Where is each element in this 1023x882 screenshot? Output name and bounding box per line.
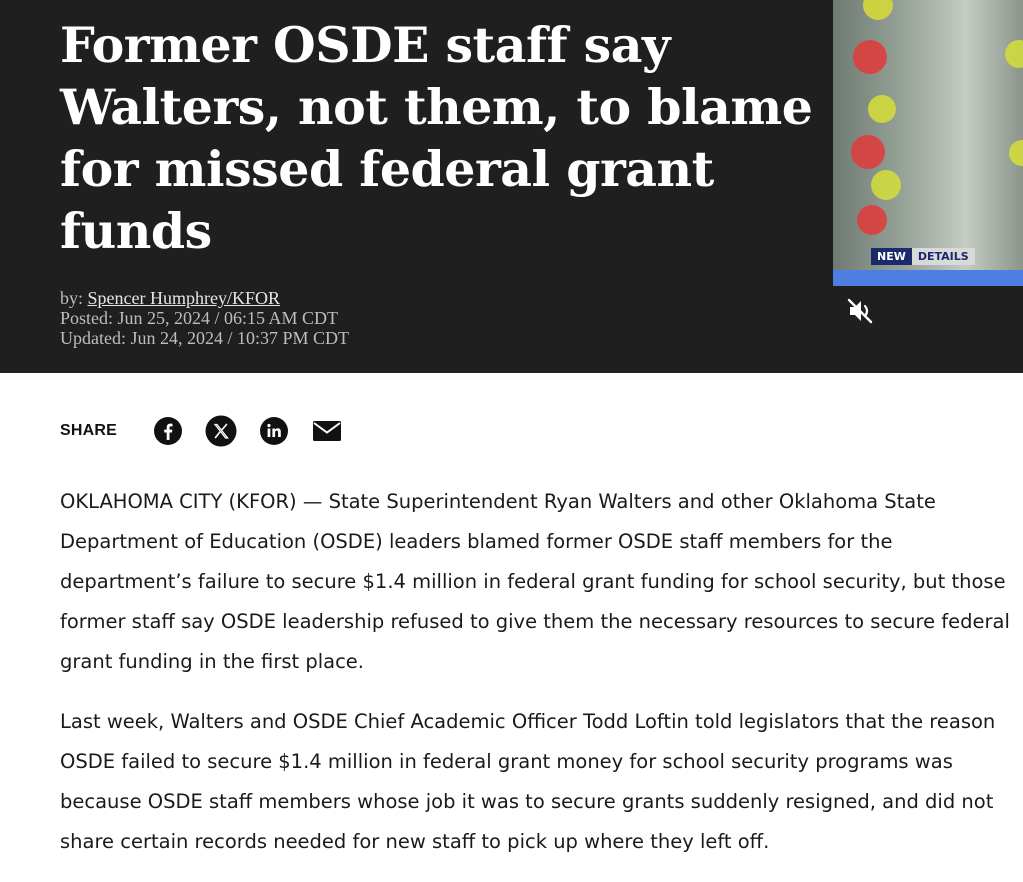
x-share-button[interactable] (205, 415, 237, 447)
byline: by: Spencer Humphrey/KFOR (60, 288, 349, 308)
byline-prefix: by: (60, 288, 88, 308)
video-player[interactable]: NEW DETAILS (833, 0, 1023, 286)
linkedin-icon (260, 417, 288, 445)
share-bar: SHARE (60, 412, 364, 450)
muted-speaker-icon-svg (847, 298, 873, 324)
video-frame-detail (853, 40, 887, 74)
posted-date: Posted: Jun 25, 2024 / 06:15 AM CDT (60, 308, 339, 328)
article-headline: Former OSDE staff say Walters, not them,… (60, 16, 813, 260)
video-frame-detail (857, 205, 887, 235)
video-tag-details: DETAILS (911, 248, 975, 265)
article-paragraph: OKLAHOMA CITY (KFOR) — State Superintend… (60, 490, 1010, 673)
video-frame-detail (868, 95, 896, 123)
video-tag-new: NEW (871, 248, 912, 265)
email-share-button[interactable] (311, 415, 343, 447)
article-meta: by: Spencer Humphrey/KFOR Posted: Jun 25… (60, 288, 349, 348)
video-frame-detail (863, 0, 893, 20)
article-paragraph: Last week, Walters and OSDE Chief Academ… (60, 710, 996, 853)
video-lower-third-bar (833, 270, 1023, 286)
email-icon (313, 421, 341, 441)
video-frame-detail (1005, 40, 1023, 68)
video-tag: NEW DETAILS (871, 248, 975, 265)
video-frame-detail (871, 170, 901, 200)
facebook-icon (154, 417, 182, 445)
author-link[interactable]: Spencer Humphrey/KFOR (88, 288, 280, 308)
video-frame-detail (851, 135, 885, 169)
video-frame-detail (1009, 140, 1023, 166)
share-label: SHARE (60, 422, 118, 439)
facebook-share-button[interactable] (152, 415, 184, 447)
linkedin-share-button[interactable] (258, 415, 290, 447)
muted-speaker-icon[interactable] (845, 296, 875, 326)
x-icon (205, 415, 237, 447)
article-body: OKLAHOMA CITY (KFOR) — State Superintend… (60, 482, 1010, 882)
updated-date: Updated: Jun 24, 2024 / 10:37 PM CDT (60, 328, 350, 348)
